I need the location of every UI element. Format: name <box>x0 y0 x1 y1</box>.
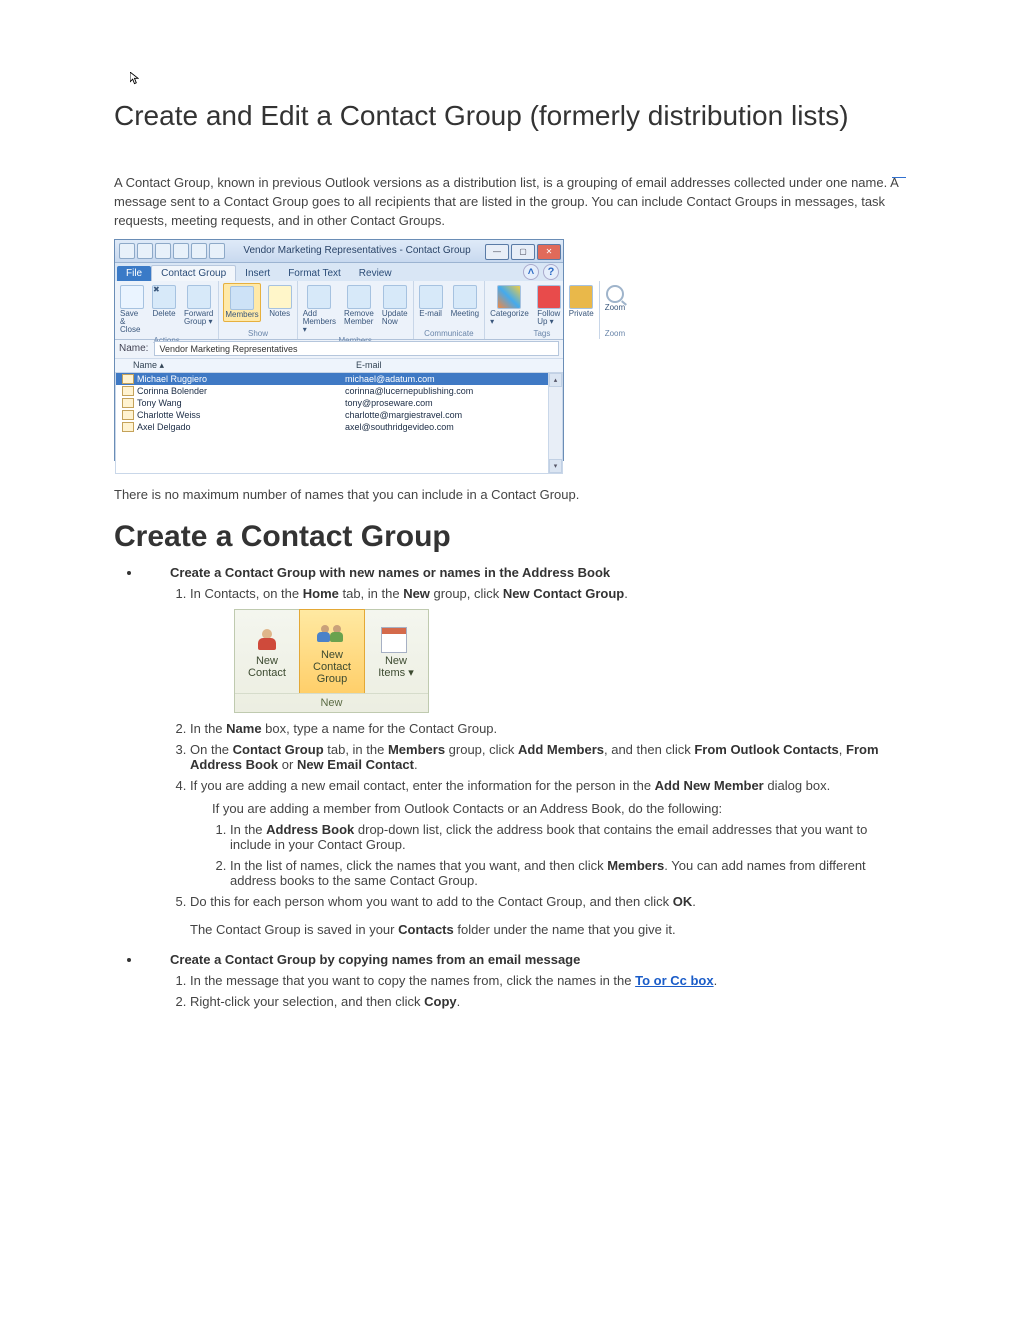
qat-icon[interactable] <box>173 243 189 259</box>
calendar-icon <box>381 627 407 653</box>
notes-button[interactable]: Notes <box>267 283 293 322</box>
group-label-tags: Tags <box>533 329 550 338</box>
step-4: If you are adding a new email contact, e… <box>190 778 906 888</box>
bullet-heading: Create a Contact Group by copying names … <box>170 952 906 967</box>
scroll-up-button[interactable]: ▴ <box>549 373 562 387</box>
bullet-heading: Create a Contact Group with new names or… <box>170 565 906 580</box>
section-heading: Create a Contact Group <box>114 520 906 554</box>
member-list: Michael Ruggieromichael@adatum.comCorinn… <box>115 373 563 474</box>
contact-card-icon <box>122 374 134 384</box>
ribbon-tabs: File Contact Group Insert Format Text Re… <box>115 263 563 281</box>
forward-group-button[interactable]: Forward Group ▾ <box>183 283 214 336</box>
delete-button[interactable]: ✖Delete <box>151 283 177 336</box>
step-3: On the Contact Group tab, in the Members… <box>190 742 906 772</box>
tab-review[interactable]: Review <box>350 266 401 281</box>
scrollbar[interactable]: ▴ ▾ <box>548 373 562 473</box>
save-close-button[interactable]: Save & Close <box>119 283 145 336</box>
page-title: Create and Edit a Contact Group (formerl… <box>114 100 906 132</box>
minimize-button[interactable]: — <box>485 244 509 260</box>
col-email[interactable]: E-mail <box>352 359 563 372</box>
email-button[interactable]: E-mail <box>418 283 444 320</box>
qat-icon[interactable] <box>119 243 135 259</box>
minimize-ribbon-icon[interactable]: ˄ <box>523 264 539 280</box>
update-now-button[interactable]: Update Now <box>381 283 409 336</box>
bullet-item: Create a Contact Group with new names or… <box>142 564 906 937</box>
b2-step-2: Right-click your selection, and then cli… <box>190 994 906 1009</box>
new-items-button[interactable]: New Items ▾ <box>364 610 428 693</box>
tab-contact-group[interactable]: Contact Group <box>151 265 236 281</box>
new-contact-group-button[interactable]: New Contact Group <box>299 609 365 694</box>
new-contact-button[interactable]: New Contact <box>235 610 300 693</box>
members-button[interactable]: Members <box>223 283 260 322</box>
bullet-item: Create a Contact Group by copying names … <box>142 951 906 1009</box>
to-cc-box-link[interactable]: To or Cc box <box>635 973 713 988</box>
zoom-button[interactable]: Zoom <box>604 283 626 314</box>
help-icon[interactable]: ? <box>543 264 559 280</box>
table-row[interactable]: Charlotte Weisscharlotte@margiestravel.c… <box>116 409 562 421</box>
group-label-new: New <box>235 693 428 712</box>
name-label: Name: <box>119 343 148 354</box>
group-label-show: Show <box>248 329 268 338</box>
step-4-2: In the list of names, click the names th… <box>230 858 906 888</box>
list-header: Name ▴ E-mail <box>115 359 563 373</box>
step-4-1: In the Address Book drop-down list, clic… <box>230 822 906 852</box>
contact-card-icon <box>122 410 134 420</box>
quick-access-toolbar <box>115 243 229 259</box>
note-paragraph: There is no maximum number of names that… <box>114 487 906 502</box>
group-label-communicate: Communicate <box>424 329 473 338</box>
close-button[interactable]: ✕ <box>537 244 561 260</box>
step-5: Do this for each person whom you want to… <box>190 894 906 909</box>
contact-card-icon <box>122 386 134 396</box>
contact-group-window: Vendor Marketing Representatives - Conta… <box>114 239 564 461</box>
add-members-button[interactable]: Add Members ▾ <box>302 283 337 336</box>
magnifier-icon <box>606 285 624 303</box>
step-2: In the Name box, type a name for the Con… <box>190 721 906 736</box>
step-4-sub: If you are adding a member from Outlook … <box>212 801 906 816</box>
qat-icon[interactable] <box>155 243 171 259</box>
meeting-button[interactable]: Meeting <box>450 283 480 320</box>
remove-member-button[interactable]: Remove Member <box>343 283 375 336</box>
tab-format-text[interactable]: Format Text <box>279 266 350 281</box>
qat-icon[interactable] <box>137 243 153 259</box>
qat-icon[interactable] <box>209 243 225 259</box>
group-label-zoom: Zoom <box>605 329 625 338</box>
cursor-icon <box>130 72 139 85</box>
window-title: Vendor Marketing Representatives - Conta… <box>229 245 485 256</box>
table-row[interactable]: Axel Delgadoaxel@southridgevideo.com <box>116 421 562 433</box>
contact-card-icon <box>122 422 134 432</box>
step-1: In Contacts, on the Home tab, in the New… <box>190 586 906 713</box>
collapse-dash[interactable]: — <box>892 168 906 184</box>
contact-card-icon <box>122 398 134 408</box>
follow-up-button[interactable]: Follow Up ▾ <box>536 283 562 328</box>
intro-paragraph: A Contact Group, known in previous Outlo… <box>114 174 906 231</box>
maximize-button[interactable]: ▢ <box>511 244 535 260</box>
col-name[interactable]: Name ▴ <box>115 359 352 372</box>
table-row[interactable]: Tony Wangtony@proseware.com <box>116 397 562 409</box>
private-button[interactable]: Private <box>568 283 595 328</box>
new-group-ribbon: New Contact New Contact Group New Items … <box>234 609 429 713</box>
table-row[interactable]: Corinna Bolendercorinna@lucernepublishin… <box>116 385 562 397</box>
qat-icon[interactable] <box>191 243 207 259</box>
step-5-sub: The Contact Group is saved in your Conta… <box>190 922 906 937</box>
tab-insert[interactable]: Insert <box>236 266 279 281</box>
b2-step-1: In the message that you want to copy the… <box>190 973 906 988</box>
table-row[interactable]: Michael Ruggieromichael@adatum.com <box>116 373 562 385</box>
categorize-button[interactable]: Categorize ▾ <box>489 283 530 328</box>
scroll-down-button[interactable]: ▾ <box>549 459 562 473</box>
name-field[interactable]: Vendor Marketing Representatives <box>154 341 559 356</box>
tab-file[interactable]: File <box>117 266 151 281</box>
